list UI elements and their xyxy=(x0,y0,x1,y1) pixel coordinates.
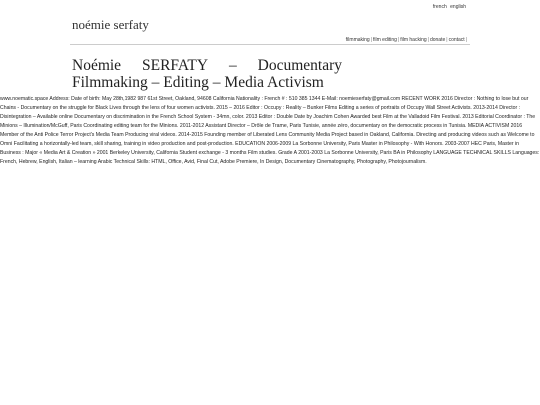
headline-line-1: Noémie SERFATY – Documentary xyxy=(72,57,342,74)
main-nav: filmmaking|film editing|film hacking|don… xyxy=(346,37,468,43)
header-divider xyxy=(70,44,470,45)
headline-first-name: Noémie xyxy=(72,57,122,74)
cv-body-text: www.noematic.space Address: Date of birt… xyxy=(0,96,540,165)
headline-dash: – xyxy=(228,57,237,74)
page-headline: Noémie SERFATY – Documentary Filmmaking … xyxy=(72,57,342,91)
nav-item-contact[interactable]: contact xyxy=(449,37,465,43)
site-title[interactable]: noémie serfaty xyxy=(72,17,149,33)
lang-french-link[interactable]: french xyxy=(433,4,447,10)
nav-item-film-hacking[interactable]: film hacking xyxy=(400,37,426,43)
nav-separator: | xyxy=(465,37,467,43)
headline-last-name: SERFATY xyxy=(142,57,209,74)
nav-item-filmmaking[interactable]: filmmaking xyxy=(346,37,370,43)
nav-item-donate[interactable]: donate xyxy=(430,37,445,43)
lang-english-link[interactable]: english xyxy=(450,4,466,10)
headline-role: Documentary xyxy=(257,57,342,74)
language-switcher: french english xyxy=(431,4,466,10)
nav-item-film-editing[interactable]: film editing xyxy=(373,37,397,43)
headline-line-2: Filmmaking – Editing – Media Activism xyxy=(72,74,324,91)
